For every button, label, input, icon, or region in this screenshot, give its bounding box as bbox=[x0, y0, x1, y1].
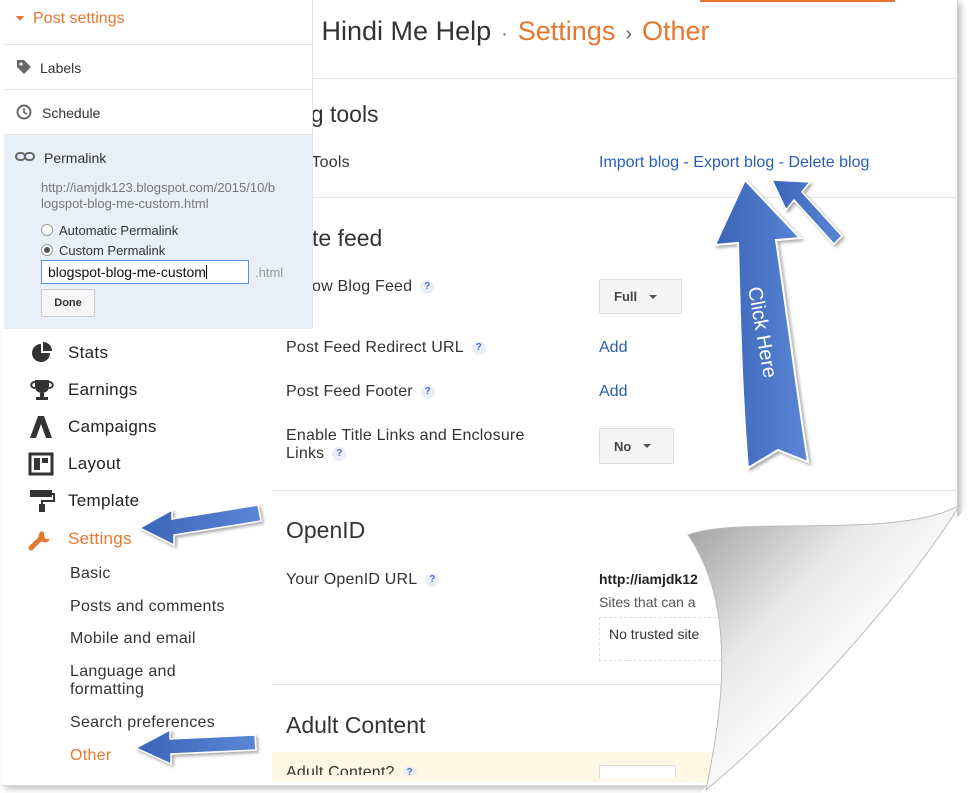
enclosure-links-label: Enable Title Links and Enclosure Links? bbox=[286, 427, 525, 463]
permalink-url-line2: logspot-blog-me-custom.html bbox=[41, 196, 209, 211]
nav-label: Earnings bbox=[68, 380, 138, 399]
triangle-down-icon bbox=[16, 16, 24, 21]
campaigns-icon bbox=[30, 416, 52, 438]
labels-text: Labels bbox=[40, 60, 82, 76]
settings-sub-other[interactable]: Other bbox=[70, 747, 112, 765]
enclosure-links-text-1: Enable Title Links and Enclosure bbox=[286, 427, 525, 444]
trusted-sites-text: Sites that can a bbox=[599, 594, 696, 610]
link-separator: - bbox=[778, 154, 784, 171]
nav-label: Campaigns bbox=[68, 417, 157, 436]
schedule-text: Schedule bbox=[42, 105, 101, 121]
enclosure-links-text-2: Links bbox=[286, 445, 325, 462]
pie-chart-icon bbox=[32, 342, 52, 362]
import-blog-link[interactable]: Import blog bbox=[599, 154, 679, 171]
paint-roller-icon bbox=[30, 490, 55, 512]
post-feed-footer-label: Post Feed Footer? bbox=[286, 383, 435, 401]
settings-sub-posts-comments[interactable]: Posts and comments bbox=[70, 598, 225, 616]
openid-url-text: Your OpenID URL bbox=[286, 571, 418, 588]
top-accent-bar bbox=[700, 0, 895, 2]
dropdown-value: No bbox=[614, 438, 632, 454]
help-icon[interactable]: ? bbox=[471, 340, 486, 355]
settings-sub-basic[interactable]: Basic bbox=[70, 565, 111, 583]
trusted-sites-box: No trusted site bbox=[599, 617, 741, 661]
nav-label: Layout bbox=[68, 454, 121, 473]
divider bbox=[272, 197, 957, 198]
help-icon[interactable]: ? bbox=[420, 384, 435, 399]
post-feed-footer-add-link[interactable]: Add bbox=[599, 383, 627, 401]
text-cursor bbox=[205, 265, 207, 279]
post-feed-footer-text: Post Feed Footer bbox=[286, 383, 413, 400]
post-feed-redirect-label: Post Feed Redirect URL? bbox=[286, 339, 486, 357]
post-settings-item-schedule[interactable]: Schedule bbox=[4, 89, 312, 134]
caret-down-icon bbox=[649, 294, 658, 299]
clock-icon bbox=[16, 104, 32, 120]
breadcrumb: line Hindi Me Help · Settings › Other bbox=[272, 16, 710, 47]
help-icon[interactable]: ? bbox=[402, 765, 417, 775]
permalink-url-line1: http://iamjdk123.blogspot.com/2015/10/b bbox=[41, 180, 276, 195]
nav-label: Settings bbox=[68, 529, 132, 548]
permalink-label[interactable]: Permalink bbox=[44, 150, 106, 166]
nav-label: Stats bbox=[68, 343, 109, 362]
adult-content-text: Adult Content? bbox=[286, 764, 395, 775]
openid-url-label: Your OpenID URL? bbox=[286, 571, 440, 589]
custom-permalink-input[interactable]: blogspot-blog-me-custom bbox=[41, 260, 249, 284]
post-feed-redirect-text: Post Feed Redirect URL bbox=[286, 339, 464, 356]
trophy-icon bbox=[30, 380, 54, 400]
allow-blog-feed-text: ow Blog Feed bbox=[312, 278, 413, 295]
divider bbox=[272, 78, 957, 79]
allow-blog-feed-dropdown[interactable]: Full bbox=[599, 279, 682, 314]
section-title-site-feed: te feed bbox=[312, 225, 383, 251]
permalink-input-value: blogspot-blog-me-custom bbox=[48, 264, 206, 280]
permalink-url: http://iamjdk123.blogspot.com/2015/10/b l… bbox=[41, 180, 306, 212]
settings-sub-search-preferences[interactable]: Search preferences bbox=[70, 714, 215, 732]
settings-sub-mobile-email[interactable]: Mobile and email bbox=[70, 630, 196, 648]
section-title-openid: OpenID bbox=[286, 517, 366, 543]
breadcrumb-dot: · bbox=[501, 23, 508, 45]
openid-url-value: http://iamjdk12 bbox=[599, 571, 698, 587]
delete-blog-link[interactable]: Delete blog bbox=[788, 154, 869, 171]
automatic-permalink-label: Automatic Permalink bbox=[59, 223, 179, 238]
done-button[interactable]: Done bbox=[41, 289, 95, 317]
breadcrumb-chevron: › bbox=[625, 23, 633, 45]
automatic-permalink-radio[interactable]: Automatic Permalink bbox=[41, 223, 178, 238]
radio-button[interactable] bbox=[41, 224, 53, 236]
layout-icon bbox=[28, 452, 54, 476]
dropdown-value: Full bbox=[614, 289, 638, 304]
caret-down-icon bbox=[643, 444, 652, 448]
help-icon[interactable]: ? bbox=[332, 446, 347, 461]
help-icon[interactable]: ? bbox=[420, 279, 435, 294]
nav-label: Template bbox=[68, 491, 140, 510]
blog-tools-links: Import blog - Export blog - Delete blog bbox=[599, 154, 869, 172]
html-suffix: .html bbox=[255, 265, 284, 280]
post-settings-title: Post settings bbox=[33, 10, 125, 27]
custom-permalink-radio[interactable]: Custom Permalink bbox=[41, 243, 165, 258]
enclosure-links-dropdown[interactable]: No bbox=[599, 428, 674, 464]
section-title-adult-content: Adult Content bbox=[286, 712, 426, 738]
link-icon bbox=[15, 152, 35, 161]
post-feed-redirect-add-link[interactable]: Add bbox=[599, 339, 627, 357]
tag-icon bbox=[17, 60, 31, 74]
adult-content-label: Adult Content?? bbox=[286, 764, 417, 775]
post-settings-header[interactable]: Post settings bbox=[16, 10, 125, 28]
divider bbox=[272, 490, 957, 491]
settings-sub-language-formatting[interactable]: Language and formatting bbox=[70, 663, 210, 699]
wrench-icon bbox=[28, 531, 50, 551]
help-icon[interactable]: ? bbox=[425, 572, 440, 587]
trusted-sites-empty: No trusted site bbox=[609, 626, 700, 642]
custom-permalink-label: Custom Permalink bbox=[59, 243, 166, 258]
permalink-section: Permalink http://iamjdk123.blogspot.com/… bbox=[4, 134, 312, 329]
allow-blog-feed-label: ow Blog Feed? bbox=[312, 278, 435, 296]
adult-content-dropdown[interactable] bbox=[599, 765, 676, 778]
post-settings-item-labels[interactable]: Labels bbox=[4, 44, 312, 89]
post-settings-panel: Post settings Labels Schedule Permalink … bbox=[0, 0, 313, 329]
breadcrumb-settings[interactable]: Settings bbox=[518, 16, 616, 46]
link-separator: - bbox=[683, 154, 689, 171]
divider bbox=[272, 684, 957, 685]
breadcrumb-other: Other bbox=[642, 16, 710, 46]
export-blog-link[interactable]: Export blog bbox=[693, 154, 774, 171]
radio-button-selected[interactable] bbox=[41, 244, 53, 256]
